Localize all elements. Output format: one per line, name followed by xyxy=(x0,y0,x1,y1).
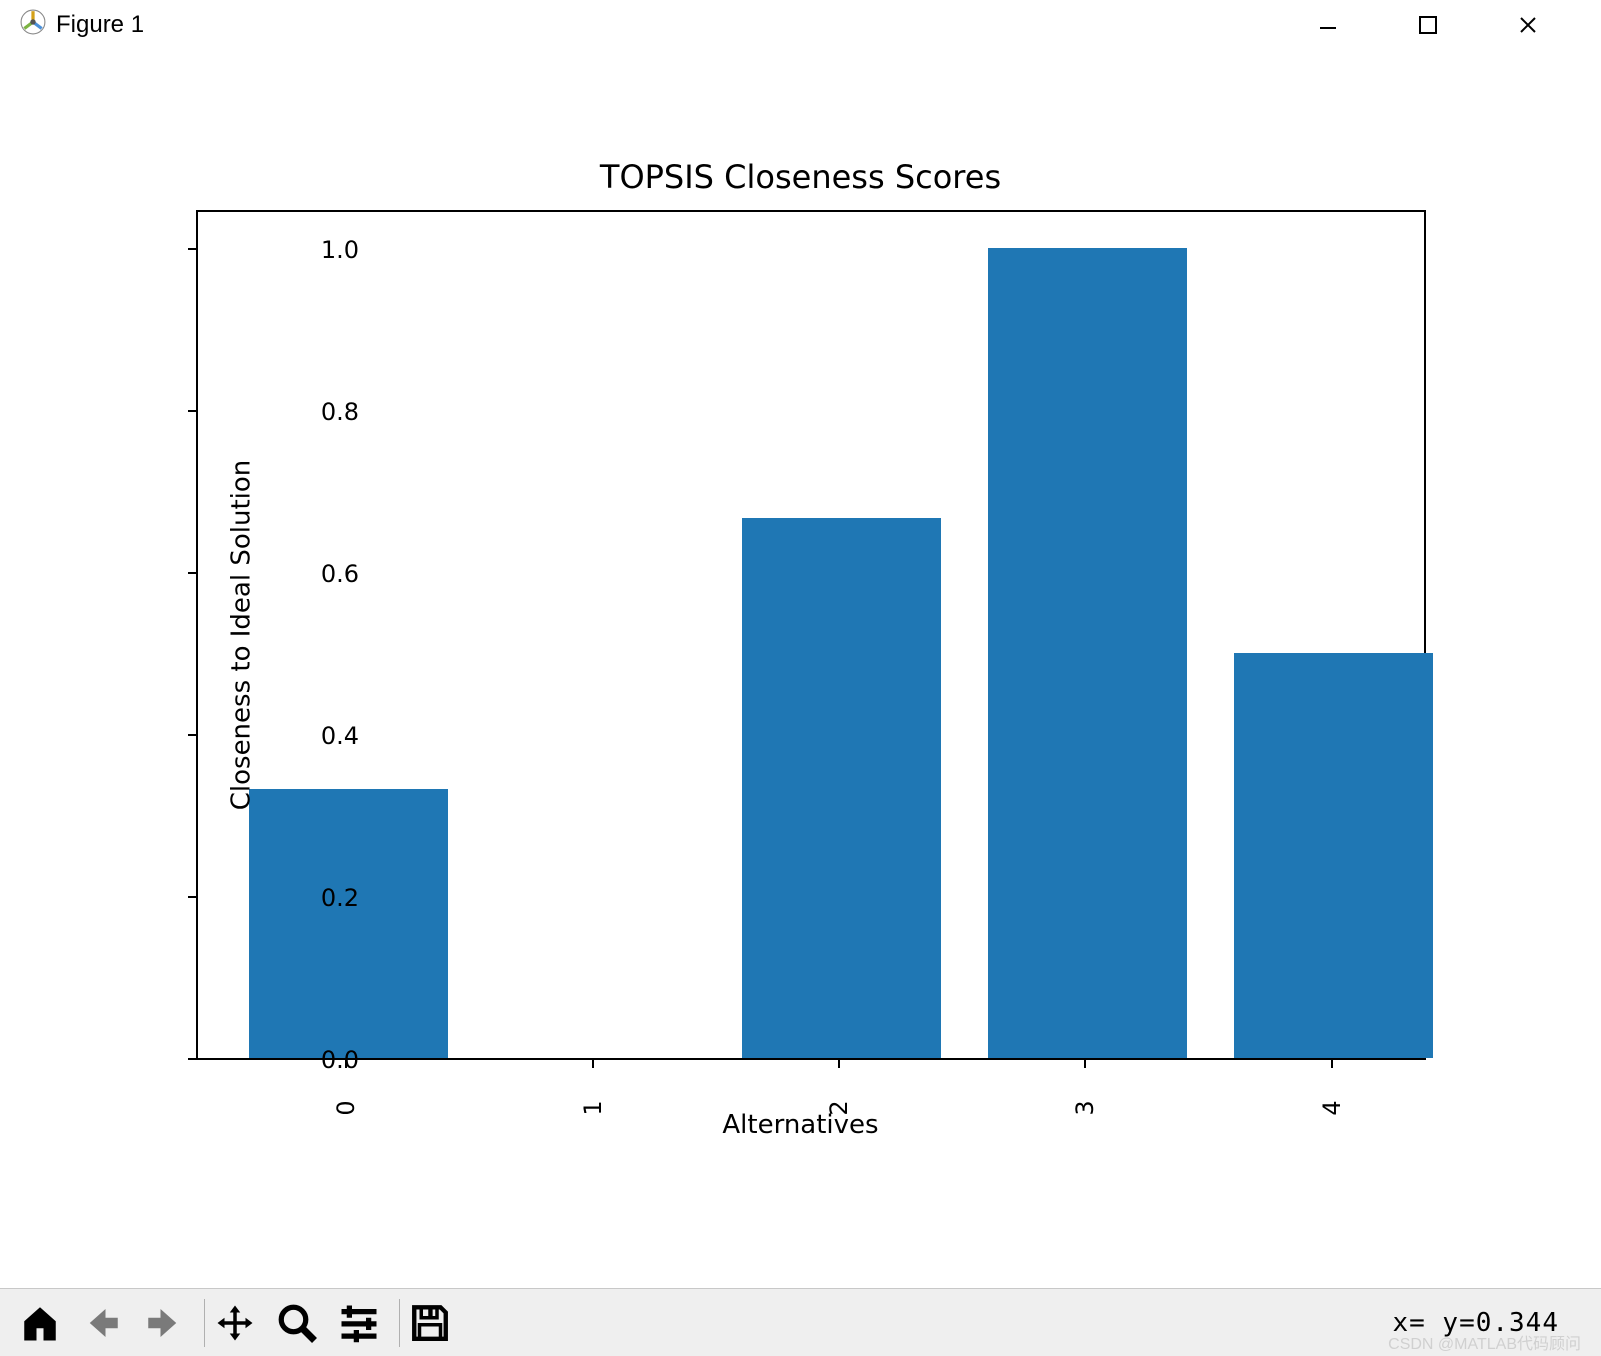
ytick-mark xyxy=(188,1058,196,1060)
xtick-mark xyxy=(1084,1060,1086,1068)
bar-0 xyxy=(249,789,448,1058)
ytick-mark xyxy=(188,734,196,736)
bar-4 xyxy=(1234,653,1433,1058)
ytick-mark xyxy=(188,248,196,250)
configure-subplots-button[interactable] xyxy=(333,1297,385,1349)
ytick-mark xyxy=(188,410,196,412)
watermark-text: CSDN @MATLAB代码顾问 xyxy=(1388,1330,1581,1354)
ytick-mark xyxy=(188,896,196,898)
save-button[interactable] xyxy=(404,1297,456,1349)
matplotlib-toolbar: x= y=0.344 xyxy=(0,1288,1601,1356)
xtick-mark xyxy=(592,1060,594,1068)
window-title: Figure 1 xyxy=(56,11,144,39)
window-controls xyxy=(1313,10,1593,40)
toolbar-separator xyxy=(399,1299,400,1347)
ytick-label: 0.4 xyxy=(321,722,359,750)
bar-3 xyxy=(988,248,1187,1058)
figure-canvas[interactable]: TOPSIS Closeness Scores 0.0 0.2 0.4 0.6 … xyxy=(0,50,1601,1288)
maximize-button[interactable] xyxy=(1413,10,1443,40)
zoom-button[interactable] xyxy=(271,1297,323,1349)
ytick-label: 0.2 xyxy=(321,884,359,912)
bar-2 xyxy=(742,518,941,1058)
xtick-mark xyxy=(1331,1060,1333,1068)
home-button[interactable] xyxy=(14,1297,66,1349)
x-axis-label: Alternatives xyxy=(0,1110,1601,1140)
ytick-label: 0.0 xyxy=(321,1046,359,1074)
ytick-label: 1.0 xyxy=(321,236,359,264)
pan-button[interactable] xyxy=(209,1297,261,1349)
chart-title: TOPSIS Closeness Scores xyxy=(0,158,1601,196)
plot-axes xyxy=(196,210,1426,1060)
back-button[interactable] xyxy=(76,1297,128,1349)
toolbar-separator xyxy=(204,1299,205,1347)
xtick-mark xyxy=(838,1060,840,1068)
window-titlebar: Figure 1 xyxy=(0,0,1601,50)
titlebar-left: Figure 1 xyxy=(20,9,144,42)
ytick-mark xyxy=(188,572,196,574)
y-axis-label: Closeness to Ideal Solution xyxy=(226,460,256,811)
xtick-mark xyxy=(345,1060,347,1068)
ytick-label: 0.6 xyxy=(321,560,359,588)
app-icon xyxy=(20,9,46,42)
ytick-label: 0.8 xyxy=(321,398,359,426)
minimize-button[interactable] xyxy=(1313,10,1343,40)
close-button[interactable] xyxy=(1513,10,1543,40)
forward-button[interactable] xyxy=(138,1297,190,1349)
